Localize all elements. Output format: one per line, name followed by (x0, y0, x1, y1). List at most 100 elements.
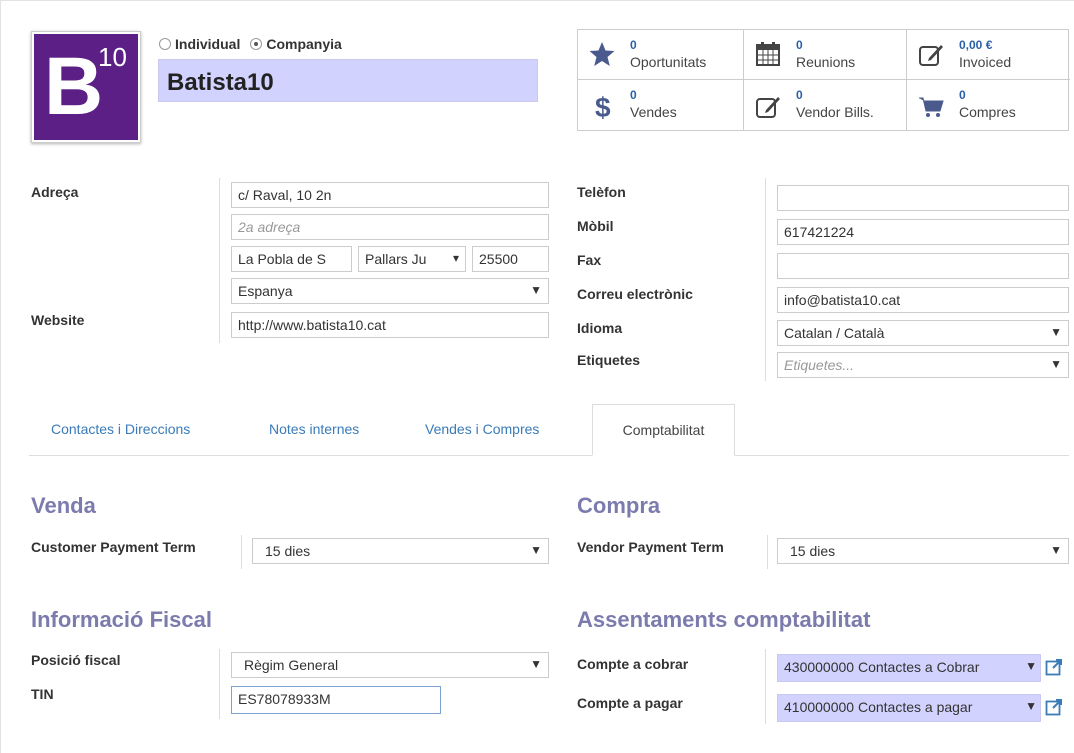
stat-label: Vendes (630, 104, 677, 120)
mobile-input[interactable]: 617421224 (777, 219, 1069, 245)
customer-payment-term-select[interactable]: 15 dies ▼ (252, 538, 549, 564)
calendar-icon (756, 42, 780, 66)
fiscal-section-title: Informació Fiscal (31, 607, 212, 632)
receivable-value: 430000000 Contactes a Cobrar (784, 659, 980, 675)
caret-down-icon: ▼ (1050, 543, 1062, 557)
fiscal-position-select[interactable]: Règim General ▼ (231, 652, 549, 678)
field-separator (767, 535, 768, 569)
city-input[interactable]: La Pobla de S (231, 246, 352, 272)
radio-company-option[interactable]: Companyia (250, 36, 342, 52)
caret-down-icon: ▼ (1050, 357, 1062, 371)
fax-input[interactable] (777, 253, 1069, 279)
stat-meetings-button[interactable]: 0 Reunions (744, 30, 907, 80)
stat-sales-button[interactable]: $ 0 Vendes (578, 80, 744, 130)
tags-placeholder: Etiquetes... (784, 357, 855, 373)
tab-accounting[interactable]: Comptabilitat (592, 404, 735, 456)
sale-section-title: Venda (31, 493, 96, 518)
radio-individual[interactable] (159, 38, 171, 50)
mobile-label: Mòbil (577, 218, 614, 234)
stat-value: 0 (630, 88, 637, 102)
customer-term-value: 15 dies (265, 543, 311, 559)
receivable-label: Compte a cobrar (577, 656, 689, 672)
language-select[interactable]: Catalan / Català ▼ (777, 320, 1069, 346)
stat-value: 0 (796, 88, 803, 102)
stat-value: 0,00 € (959, 38, 993, 52)
radio-company[interactable] (250, 38, 263, 50)
pencil-square-icon (919, 45, 943, 66)
vendor-payment-term-select[interactable]: 15 dies ▼ (777, 538, 1069, 564)
vendor-term-value: 15 dies (790, 543, 836, 559)
caret-down-icon: ▼ (530, 283, 542, 297)
caret-down-icon: ▾ (452, 251, 459, 265)
stat-invoiced-button[interactable]: 0,00 € Invoiced (907, 30, 1070, 80)
tab-sales-purchases[interactable]: Vendes i Compres (425, 421, 539, 437)
caret-down-icon: ▼ (1050, 325, 1062, 339)
field-separator (765, 178, 766, 381)
company-name-input[interactable]: Batista10 (158, 59, 538, 102)
country-select[interactable]: Espanya ▼ (231, 278, 549, 304)
field-separator (219, 649, 220, 719)
stat-purchases-button[interactable]: 0 Compres (907, 80, 1070, 130)
caret-down-icon: ▼ (530, 543, 542, 557)
stat-value: 0 (959, 88, 966, 102)
caret-down-icon: ▼ (530, 657, 542, 671)
tab-contacts[interactable]: Contactes i Direccions (51, 421, 190, 437)
caret-down-icon: ▼ (1025, 659, 1037, 673)
external-link-icon[interactable] (1045, 658, 1063, 676)
website-label: Website (31, 312, 85, 328)
svg-text:$: $ (595, 92, 611, 120)
customer-term-label: Customer Payment Term (31, 539, 196, 555)
tin-label: TIN (31, 686, 54, 702)
stat-value: 0 (630, 38, 637, 52)
website-input[interactable]: http://www.batista10.cat (231, 312, 549, 338)
external-link-icon[interactable] (1045, 698, 1063, 716)
country-value: Espanya (238, 283, 293, 299)
star-icon (589, 42, 615, 66)
vendor-term-label: Vendor Payment Term (577, 539, 724, 555)
state-value: Pallars Ju (365, 251, 427, 267)
street-input[interactable]: c/ Raval, 10 2n (231, 182, 549, 208)
state-select[interactable]: Pallars Ju ▾ (358, 246, 466, 272)
fiscal-position-value: Règim General (244, 657, 339, 673)
avatar-superscript: 10 (98, 42, 127, 72)
phone-input[interactable] (777, 185, 1069, 211)
company-type-selector: Individual Companyia (159, 36, 348, 52)
stat-value: 0 (796, 38, 803, 52)
tags-input[interactable]: Etiquetes... ▼ (777, 352, 1069, 378)
stat-opportunities-button[interactable]: 0 Oportunitats (578, 30, 744, 80)
payable-account-select[interactable]: 410000000 Contactes a pagar ▼ (777, 694, 1041, 722)
stat-vendor-bills-button[interactable]: 0 Vendor Bills. (744, 80, 907, 130)
field-separator (219, 178, 220, 343)
radio-individual-option[interactable]: Individual (159, 36, 240, 52)
stat-label: Vendor Bills. (796, 104, 874, 120)
radio-individual-label: Individual (175, 36, 241, 52)
email-input[interactable]: info@batista10.cat (777, 287, 1069, 313)
purchase-section-title: Compra (577, 493, 661, 518)
receivable-account-select[interactable]: 430000000 Contactes a Cobrar ▼ (777, 654, 1041, 682)
phone-label: Telèfon (577, 184, 626, 200)
field-separator (765, 649, 766, 724)
address-label: Adreça (31, 184, 79, 200)
tin-input[interactable]: ES78078933M (231, 686, 441, 714)
email-label: Correu electrònic (577, 286, 693, 302)
cart-icon (919, 97, 944, 117)
stat-label: Compres (959, 104, 1016, 120)
language-value: Catalan / Català (784, 325, 885, 341)
fax-label: Fax (577, 252, 602, 268)
stat-label: Reunions (796, 54, 856, 70)
pencil-square-icon (756, 97, 780, 118)
zip-input[interactable]: 25500 (472, 246, 549, 272)
partner-form-sheet: B 10 Individual Companyia Batista10 0 Op… (0, 0, 1074, 753)
stat-label: Oportunitats (630, 54, 707, 70)
dollar-icon: $ (595, 92, 611, 120)
smart-buttons: 0 Oportunitats 0 Reunions 0,00 € Invoice… (577, 29, 1070, 131)
language-label: Idioma (577, 320, 623, 336)
company-avatar[interactable]: B 10 (31, 31, 141, 143)
radio-company-label: Companyia (266, 36, 342, 52)
tabs-divider (29, 455, 1069, 456)
tab-internal-notes[interactable]: Notes internes (269, 421, 359, 437)
payable-value: 410000000 Contactes a pagar (784, 699, 973, 715)
street2-input[interactable]: 2a adreça (231, 214, 549, 240)
tags-label: Etiquetes (577, 352, 641, 368)
fiscal-position-label: Posició fiscal (31, 652, 121, 668)
